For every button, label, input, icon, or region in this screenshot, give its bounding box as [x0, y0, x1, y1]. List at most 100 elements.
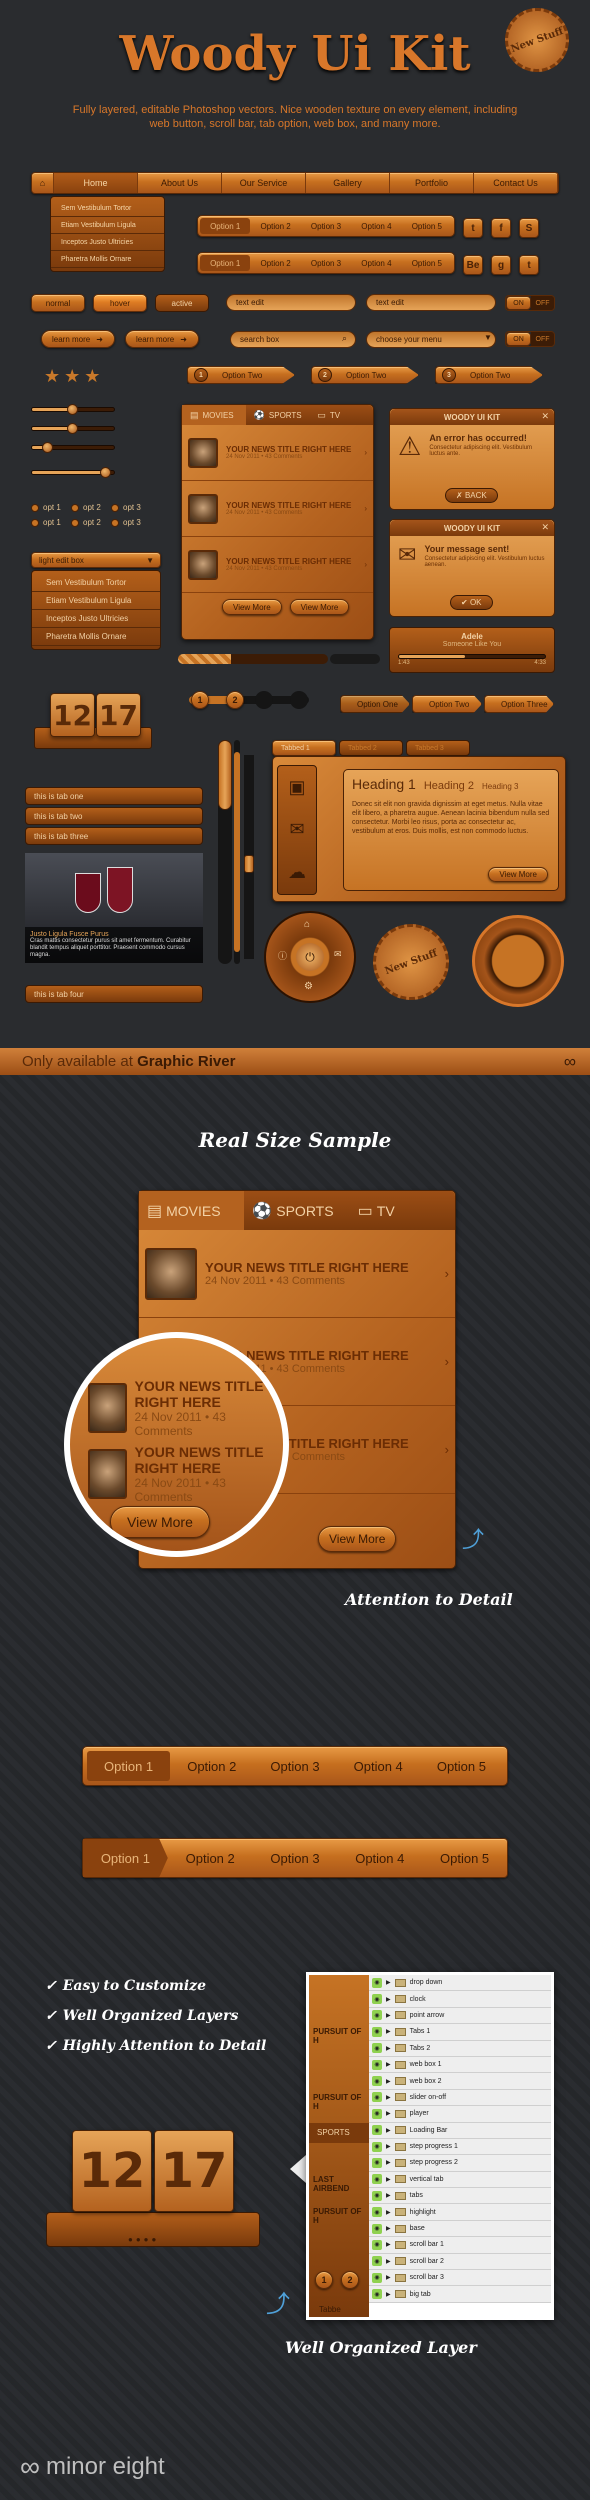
toggle-switch-2[interactable]: ON OFF [505, 331, 555, 347]
step-3[interactable] [255, 691, 273, 709]
arrow-segment-large[interactable]: Option 2 [168, 1839, 253, 1877]
vertical-tab[interactable]: Tabbed 2 [339, 740, 403, 756]
layer-row[interactable]: ◉ ▶ scroll bar 2 [369, 2253, 551, 2271]
nav-item-portfolio[interactable]: Portfolio [390, 173, 474, 193]
eye-icon[interactable]: ◉ [372, 2256, 382, 2267]
eye-icon[interactable]: ◉ [372, 2010, 382, 2021]
eye-icon[interactable]: ◉ [372, 2092, 382, 2103]
eye-icon[interactable]: ◉ [372, 2239, 382, 2250]
news-item[interactable]: YOUR NEWS TITLE RIGHT HERE24 Nov 2011 • … [182, 537, 373, 593]
arrow-option[interactable]: Option One [340, 695, 410, 713]
expand-icon[interactable]: ▶ [386, 1979, 391, 1986]
text-edit-field-2[interactable]: text edit [366, 294, 496, 311]
segment-option-large[interactable]: Option 1 [87, 1751, 171, 1781]
layer-row[interactable]: ◉ ▶ scroll bar 1 [369, 2237, 551, 2254]
expand-icon[interactable]: ▶ [386, 2209, 391, 2216]
accordion-tab[interactable]: this is tab three [25, 827, 203, 845]
layer-row[interactable]: ◉ ▶ scroll bar 3 [369, 2270, 551, 2287]
segment-option-large[interactable]: Option 2 [170, 1751, 253, 1781]
segment-option[interactable]: Option 4 [351, 255, 401, 271]
layer-row[interactable]: ◉ ▶ step progress 1 [369, 2138, 551, 2156]
expand-icon[interactable]: ▶ [386, 2274, 391, 2281]
segment-option[interactable]: Option 3 [301, 255, 351, 271]
dropdown-item[interactable]: Sem Vestibulum Tortor [51, 200, 164, 217]
star-icon[interactable]: ★ [84, 366, 100, 387]
active-button[interactable]: active [155, 294, 209, 312]
option-tab[interactable]: 1 Option Two [187, 366, 295, 384]
layer-row[interactable]: ◉ ▶ Tabs 1 [369, 2024, 551, 2041]
eye-icon[interactable]: ◉ [372, 2289, 382, 2300]
social-button[interactable]: g [491, 255, 511, 275]
view-more-button-2[interactable]: View More [289, 599, 350, 615]
vertical-scrollbar-1[interactable] [218, 740, 232, 964]
eye-icon[interactable]: ◉ [372, 2174, 382, 2185]
nav-item-contact-us[interactable]: Contact Us [474, 173, 558, 193]
gear-icon[interactable]: ⚙ [304, 981, 313, 992]
layer-row[interactable]: ◉ ▶ Tabs 2 [369, 2040, 551, 2057]
player-progress[interactable] [398, 654, 546, 659]
nav-item-about-us[interactable]: About Us [138, 173, 222, 193]
expand-icon[interactable]: ▶ [386, 2012, 391, 2019]
view-more-button[interactable]: View More [488, 867, 548, 882]
segment-option[interactable]: Option 1 [200, 255, 251, 271]
eye-icon[interactable]: ◉ [372, 1977, 382, 1988]
option-tab[interactable]: 3 Option Two [435, 366, 543, 384]
hover-button[interactable]: hover [93, 294, 147, 312]
expand-icon[interactable]: ▶ [386, 2258, 391, 2265]
star-icon[interactable]: ★ [64, 366, 80, 387]
news-tab-sports[interactable]: ⚽ SPORTS [244, 1191, 349, 1230]
cloud-icon[interactable]: ☁ [288, 862, 306, 883]
segment-option-large[interactable]: Option 4 [337, 1751, 420, 1781]
segment-option[interactable]: Option 2 [250, 255, 300, 271]
arrow-option[interactable]: Option Three [484, 695, 554, 713]
power-icon[interactable]: ⏻ [296, 943, 324, 971]
eye-icon[interactable]: ◉ [372, 2125, 382, 2136]
scroll-thumb[interactable] [218, 740, 232, 810]
news-tab-movies[interactable]: ▤ MOVIES [182, 405, 246, 425]
eye-icon[interactable]: ◉ [372, 2026, 382, 2037]
eye-icon[interactable]: ◉ [372, 2157, 382, 2168]
arrow-segment-large[interactable]: Option 5 [422, 1839, 507, 1877]
eye-icon[interactable]: ◉ [372, 2223, 382, 2234]
arrow-segment-large[interactable]: Option 4 [337, 1839, 422, 1877]
layer-row[interactable]: ◉ ▶ drop down [369, 1975, 551, 1992]
close-icon[interactable]: ✕ [541, 411, 549, 422]
listbox-header[interactable]: light edit box ▼ [31, 552, 161, 568]
layer-row[interactable]: ◉ ▶ slider on-off [369, 2089, 551, 2107]
round-knob[interactable] [472, 915, 564, 1007]
view-more-button-zoom[interactable]: View More [110, 1506, 210, 1538]
arrow-segment-large[interactable]: Option 1 [83, 1839, 168, 1877]
arrow-option[interactable]: Option Two [412, 695, 482, 713]
nav-item-our-service[interactable]: Our Service [222, 173, 306, 193]
text-edit-field-1[interactable]: text edit [226, 294, 356, 311]
learn-more-button-1[interactable]: learn more ➜ [41, 330, 115, 348]
layer-row[interactable]: ◉ ▶ player [369, 2106, 551, 2123]
listbox-item[interactable]: Etiam Vestibulum Ligula [32, 592, 160, 610]
expand-icon[interactable]: ▶ [386, 2159, 391, 2166]
home-icon[interactable]: ⌂ [32, 173, 54, 193]
radio-option[interactable]: opt 1 [31, 518, 71, 527]
scroll-thumb[interactable] [234, 752, 240, 952]
nav-item-gallery[interactable]: Gallery [306, 173, 390, 193]
accordion-tab[interactable]: this is tab one [25, 787, 203, 805]
step-4[interactable] [290, 691, 308, 709]
star-rating[interactable]: ★ ★ ★ [44, 366, 100, 387]
eye-icon[interactable]: ◉ [372, 2190, 382, 2201]
expand-icon[interactable]: ▶ [386, 2061, 391, 2068]
expand-icon[interactable]: ▶ [386, 2110, 391, 2117]
expand-icon[interactable]: ▶ [386, 1996, 391, 2003]
eye-icon[interactable]: ◉ [372, 1994, 382, 2005]
news-item[interactable]: YOUR NEWS TITLE RIGHT HERE24 Nov 2011 • … [139, 1230, 455, 1318]
ok-button[interactable]: ✔ OK [450, 595, 493, 610]
normal-button[interactable]: normal [31, 294, 85, 312]
layer-row[interactable]: ◉ ▶ web box 2 [369, 2073, 551, 2090]
social-button[interactable]: S [519, 218, 539, 238]
back-button[interactable]: ✗ BACK [445, 488, 498, 503]
vertical-tab[interactable]: Tabbed 3 [406, 740, 470, 756]
slider-knob[interactable] [67, 423, 78, 434]
segment-option[interactable]: Option 5 [402, 218, 452, 234]
expand-icon[interactable]: ▶ [386, 2241, 391, 2248]
view-more-button-large[interactable]: View More [318, 1526, 397, 1552]
expand-icon[interactable]: ▶ [386, 2094, 391, 2101]
arrow-segment-large[interactable]: Option 3 [253, 1839, 338, 1877]
